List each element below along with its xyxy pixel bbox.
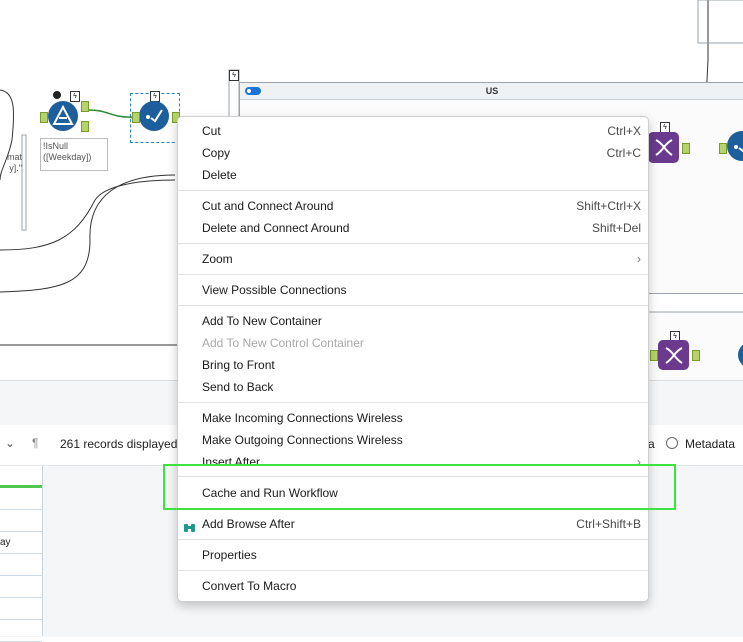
data-option-label: a <box>648 437 655 451</box>
menu-separator <box>178 243 648 244</box>
true-anchor[interactable] <box>81 101 89 112</box>
metadata-radio[interactable] <box>666 437 678 449</box>
input-anchor[interactable] <box>650 350 658 361</box>
menu-item-shortcut: Ctrl+Shift+B <box>576 517 641 531</box>
menu-item-shortcut: Shift+Del <box>591 221 641 235</box>
menu-item-label: Cut <box>202 124 221 138</box>
menu-item-label: Copy <box>202 146 231 160</box>
menu-separator <box>178 190 648 191</box>
menu-item-bring-to-front[interactable]: Bring to Front <box>178 354 648 376</box>
gear-badge-icon <box>53 91 61 99</box>
menu-item-label: Make Incoming Connections Wireless <box>202 411 403 425</box>
context-menu[interactable]: Cut Ctrl+X Copy Ctrl+C Delete Cut and Conn… <box>177 116 649 602</box>
dna-icon <box>665 347 683 364</box>
output-anchor[interactable] <box>682 143 690 154</box>
menu-item-delete[interactable]: Delete <box>178 164 648 186</box>
table-row[interactable] <box>0 576 42 598</box>
check-wave-icon <box>734 145 743 153</box>
table-row[interactable] <box>0 488 42 510</box>
lightning-icon: ϟ <box>229 70 239 81</box>
pilcrow-icon[interactable]: ¶ <box>32 436 38 450</box>
dna-icon <box>655 139 673 156</box>
chevron-right-icon: › <box>637 252 641 266</box>
table-row[interactable] <box>0 510 42 532</box>
table-row[interactable] <box>0 620 42 642</box>
menu-separator <box>178 570 648 571</box>
input-anchor[interactable] <box>40 112 48 123</box>
menu-item-label: Add To New Container <box>202 314 322 328</box>
chevron-down-icon[interactable]: ⌄ <box>5 436 15 450</box>
dna-tool[interactable] <box>658 340 689 370</box>
output-anchor[interactable] <box>692 350 700 361</box>
menu-separator <box>178 402 648 403</box>
menu-item-label: Bring to Front <box>202 358 275 372</box>
filter-annotation: !IsNull ([Weekday]) <box>40 138 108 171</box>
data-cleansing-tool[interactable] <box>139 101 169 131</box>
menu-item-label: Delete <box>202 168 237 182</box>
filter-tool[interactable] <box>48 101 78 131</box>
menu-item-label: Delete and Connect Around <box>202 221 350 235</box>
menu-item-label: Add To New Control Container <box>202 336 364 350</box>
binoculars-icon <box>184 518 195 532</box>
menu-item-shortcut: Ctrl+X <box>607 124 641 138</box>
records-count: 261 records displayed <box>60 437 178 451</box>
menu-item-cut[interactable]: Cut Ctrl+X <box>178 120 648 142</box>
menu-item-label: Make Outgoing Connections Wireless <box>202 433 403 447</box>
menu-item-delete-and-connect-around[interactable]: Delete and Connect Around Shift+Del <box>178 217 648 239</box>
table-row[interactable] <box>0 598 42 620</box>
menu-item-properties[interactable]: Properties <box>178 544 648 566</box>
metadata-label: Metadata <box>685 437 736 451</box>
menu-item-label: Convert To Macro <box>202 579 297 593</box>
false-anchor[interactable] <box>81 121 89 132</box>
menu-item-make-outgoing-wireless[interactable]: Make Outgoing Connections Wireless <box>178 429 648 451</box>
menu-item-shortcut: Shift+Ctrl+X <box>576 199 641 213</box>
input-anchor[interactable] <box>132 112 140 123</box>
table-row[interactable] <box>0 554 42 576</box>
menu-item-make-incoming-wireless[interactable]: Make Incoming Connections Wireless <box>178 407 648 429</box>
menu-item-add-browse-after[interactable]: Add Browse After Ctrl+Shift+B <box>178 513 648 535</box>
dna-tool[interactable] <box>648 132 679 163</box>
menu-item-copy[interactable]: Copy Ctrl+C <box>178 142 648 164</box>
menu-item-zoom[interactable]: Zoom › <box>178 248 648 270</box>
highlight-box <box>163 464 676 510</box>
annotation-text-1: mat <box>6 152 22 162</box>
input-anchor[interactable] <box>719 143 727 154</box>
menu-item-label: Cut and Connect Around <box>202 199 334 213</box>
menu-item-add-to-new-control-container: Add To New Control Container <box>178 332 648 354</box>
menu-item-label: Zoom <box>202 252 233 266</box>
table-cell: ay <box>0 537 11 548</box>
menu-item-view-possible-connections[interactable]: View Possible Connections <box>178 279 648 301</box>
data-cleansing-tool[interactable] <box>727 131 743 161</box>
annotation-text-2: y]." <box>9 163 22 173</box>
menu-item-shortcut: Ctrl+C <box>606 146 641 160</box>
check-wave-icon <box>146 109 163 123</box>
menu-item-label: View Possible Connections <box>202 283 347 297</box>
container-toggle-icon[interactable] <box>245 87 261 95</box>
partial-annotation: mat y]." <box>0 152 22 174</box>
results-grid[interactable]: ay <box>0 466 43 642</box>
menu-item-convert-to-macro[interactable]: Convert To Macro <box>178 575 648 597</box>
table-row[interactable]: ay <box>0 532 42 554</box>
container-header[interactable]: US <box>240 83 743 100</box>
menu-item-cut-and-connect-around[interactable]: Cut and Connect Around Shift+Ctrl+X <box>178 195 648 217</box>
menu-item-label: Send to Back <box>202 380 274 394</box>
menu-item-send-to-back[interactable]: Send to Back <box>178 376 648 398</box>
container-title: US <box>485 86 499 96</box>
menu-item-label: Properties <box>202 548 257 562</box>
menu-separator <box>178 305 648 306</box>
menu-item-add-to-new-container[interactable]: Add To New Container <box>178 310 648 332</box>
menu-separator <box>178 274 648 275</box>
menu-separator <box>178 539 648 540</box>
filter-triangle-icon <box>52 104 74 125</box>
menu-item-label: Add Browse After <box>202 517 295 531</box>
